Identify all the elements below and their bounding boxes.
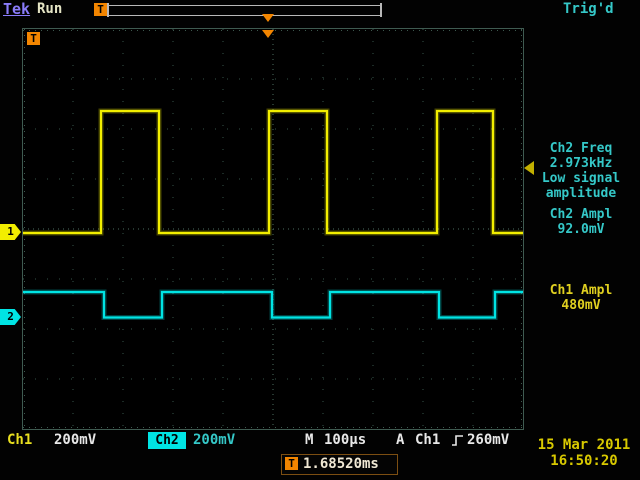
graticule: T [22, 28, 524, 430]
readout-label: Ch2 Freq [522, 141, 640, 156]
brand-logo: Tek [3, 0, 30, 18]
time-text: 16:50:20 [530, 453, 638, 469]
ch1-ground-marker: 1 [0, 224, 21, 240]
ch2-ground-marker: 2 [0, 309, 21, 325]
readout-value: 2.973kHz [522, 156, 640, 171]
trigger-mode-label: A [396, 431, 404, 449]
readout-label: Ch1 Ampl [522, 283, 640, 298]
readout-value: 480mV [522, 298, 640, 313]
trigger-time-icon: T [27, 32, 40, 45]
ch2-label: Ch2 [148, 432, 186, 449]
record-view-bar [108, 5, 381, 16]
ch2-ampl-readout: Ch2 Ampl 92.0mV [522, 207, 640, 237]
datetime: 15 Mar 2011 16:50:20 [530, 437, 638, 469]
warning-text: Low signal [522, 171, 640, 186]
ch1-label: Ch1 [7, 431, 32, 449]
horizontal-position-readout: T 1.68520ms [281, 454, 398, 475]
trigger-record-icon: T [94, 3, 107, 16]
ch2-volts-per-div: 200mV [193, 431, 235, 449]
trigger-position-record-arrow-icon [262, 14, 274, 22]
timebase-value: 100µs [324, 431, 366, 449]
trigger-level-value: 260mV [467, 431, 509, 449]
ch1-ampl-readout: Ch1 Ampl 480mV [522, 283, 640, 313]
readout-value: 92.0mV [522, 222, 640, 237]
ch2-freq-readout: Ch2 Freq 2.973kHz Low signal amplitude [522, 141, 640, 201]
trigger-status: Trig'd [563, 1, 614, 17]
waveform-plot [23, 29, 523, 429]
trace-ch2 [23, 292, 523, 318]
status-bar: Ch1 200mV Ch2 200mV M 100µs A Ch1 260mV [0, 431, 525, 450]
oscilloscope-screen: Tek Run T Trig'd T 1 2 Ch2 Freq 2.973kHz… [0, 0, 640, 480]
horizontal-trigger-icon: T [285, 457, 298, 470]
warning-text: amplitude [522, 186, 640, 201]
trigger-position-arrow-icon [262, 30, 274, 38]
horizontal-position-value: 1.68520ms [303, 455, 379, 473]
acquisition-status: Run [37, 1, 62, 17]
readout-label: Ch2 Ampl [522, 207, 640, 222]
trigger-source: Ch1 [415, 431, 440, 449]
timebase-label: M [305, 431, 313, 449]
date-text: 15 Mar 2011 [530, 437, 638, 453]
trigger-slope-icon [451, 434, 464, 447]
ch1-volts-per-div: 200mV [54, 431, 96, 449]
